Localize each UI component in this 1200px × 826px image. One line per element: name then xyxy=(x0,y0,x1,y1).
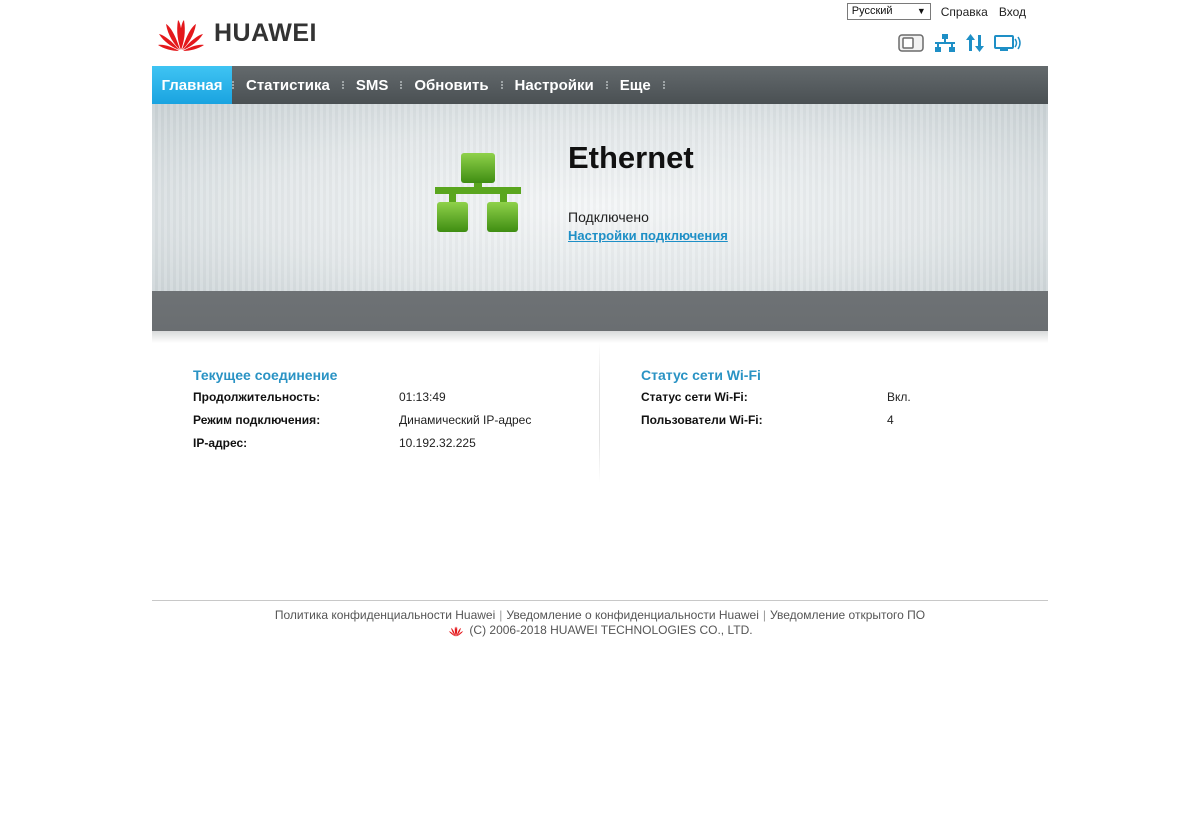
info-row: Пользователи Wi-Fi: 4 xyxy=(641,413,1021,436)
brand-name: HUAWEI xyxy=(214,18,317,47)
nav-sms[interactable]: SMS xyxy=(344,66,401,104)
info-row: IP-адрес: 10.192.32.225 xyxy=(193,436,573,459)
info-row: Продолжительность: 01:13:49 xyxy=(193,390,573,413)
nav-settings[interactable]: Настройки xyxy=(503,66,606,104)
main-nav: Главная Статистика SMS Обновить Настройк… xyxy=(152,66,1048,104)
wifi-users-label: Пользователи Wi-Fi: xyxy=(641,413,763,427)
connection-title: Ethernet xyxy=(568,140,694,175)
language-selected-value: Русский xyxy=(851,5,893,17)
footer-separator: | xyxy=(499,608,503,622)
huawei-small-logo-icon xyxy=(449,626,464,636)
header: HUAWEI Русский ▼ Справка Вход xyxy=(152,0,1048,66)
help-link[interactable]: Справка xyxy=(941,5,988,19)
duration-label: Продолжительность: xyxy=(193,390,321,404)
privacy-notice-link[interactable]: Уведомление о конфиденциальности Huawei xyxy=(506,608,758,622)
wifi-users-value: 4 xyxy=(887,413,894,427)
current-connection-title: Текущее соединение xyxy=(193,367,338,383)
vertical-divider xyxy=(599,343,600,483)
nav-statistics[interactable]: Статистика xyxy=(234,66,342,104)
info-section: Текущее соединение Продолжительность: 01… xyxy=(152,343,1048,483)
connection-banner: Ethernet Подключено Настройки подключени… xyxy=(152,104,1048,291)
connection-mode-label: Режим подключения: xyxy=(193,413,321,427)
connection-mode-value: Динамический IP-адрес xyxy=(399,413,532,427)
footer-links: Политика конфиденциальности Huawei | Уве… xyxy=(152,608,1048,622)
nav-update[interactable]: Обновить xyxy=(402,66,500,104)
privacy-policy-link[interactable]: Политика конфиденциальности Huawei xyxy=(275,608,495,622)
huawei-logo: HUAWEI xyxy=(156,12,317,52)
ip-address-label: IP-адрес: xyxy=(193,436,248,450)
huawei-flower-icon xyxy=(158,20,204,51)
nav-more[interactable]: Еще xyxy=(608,66,663,104)
connection-settings-link[interactable]: Настройки подключения xyxy=(568,228,728,243)
wifi-status-value: Вкл. xyxy=(887,390,911,404)
copyright: (C) 2006-2018 HUAWEI TECHNOLOGIES CO., L… xyxy=(152,623,1048,637)
ethernet-network-icon xyxy=(435,153,521,232)
copyright-text: (C) 2006-2018 HUAWEI TECHNOLOGIES CO., L… xyxy=(469,623,753,637)
sim-icon[interactable] xyxy=(898,34,924,52)
duration-value: 01:13:49 xyxy=(399,390,446,404)
nav-home[interactable]: Главная xyxy=(152,66,232,104)
connection-status: Подключено xyxy=(568,209,649,225)
nav-separator xyxy=(662,66,665,104)
open-source-notice-link[interactable]: Уведомление открытого ПО xyxy=(770,608,925,622)
top-right-bar: Русский ▼ Справка Вход xyxy=(846,3,1026,20)
lan-network-icon[interactable] xyxy=(934,33,956,53)
language-select[interactable]: Русский ▼ xyxy=(846,3,931,20)
status-icons xyxy=(888,33,1022,53)
wifi-status-panel: Статус сети Wi-Fi Статус сети Wi-Fi: Вкл… xyxy=(641,367,1021,436)
login-link[interactable]: Вход xyxy=(999,5,1026,19)
dropdown-arrow-icon: ▼ xyxy=(916,6,926,16)
footer-separator: | xyxy=(762,608,766,622)
ip-address-value: 10.192.32.225 xyxy=(399,436,476,450)
wifi-status-title: Статус сети Wi-Fi xyxy=(641,367,761,383)
data-transfer-icon[interactable] xyxy=(966,34,984,52)
info-row: Статус сети Wi-Fi: Вкл. xyxy=(641,390,1021,413)
banner-bottom-bar xyxy=(152,291,1048,331)
footer: Политика конфиденциальности Huawei | Уве… xyxy=(152,600,1048,637)
info-row: Режим подключения: Динамический IP-адрес xyxy=(193,413,573,436)
wifi-monitor-icon[interactable] xyxy=(994,34,1022,52)
wifi-status-label: Статус сети Wi-Fi: xyxy=(641,390,748,404)
page-container: HUAWEI Русский ▼ Справка Вход Главная Ст… xyxy=(152,0,1048,483)
current-connection-panel: Текущее соединение Продолжительность: 01… xyxy=(193,367,573,459)
